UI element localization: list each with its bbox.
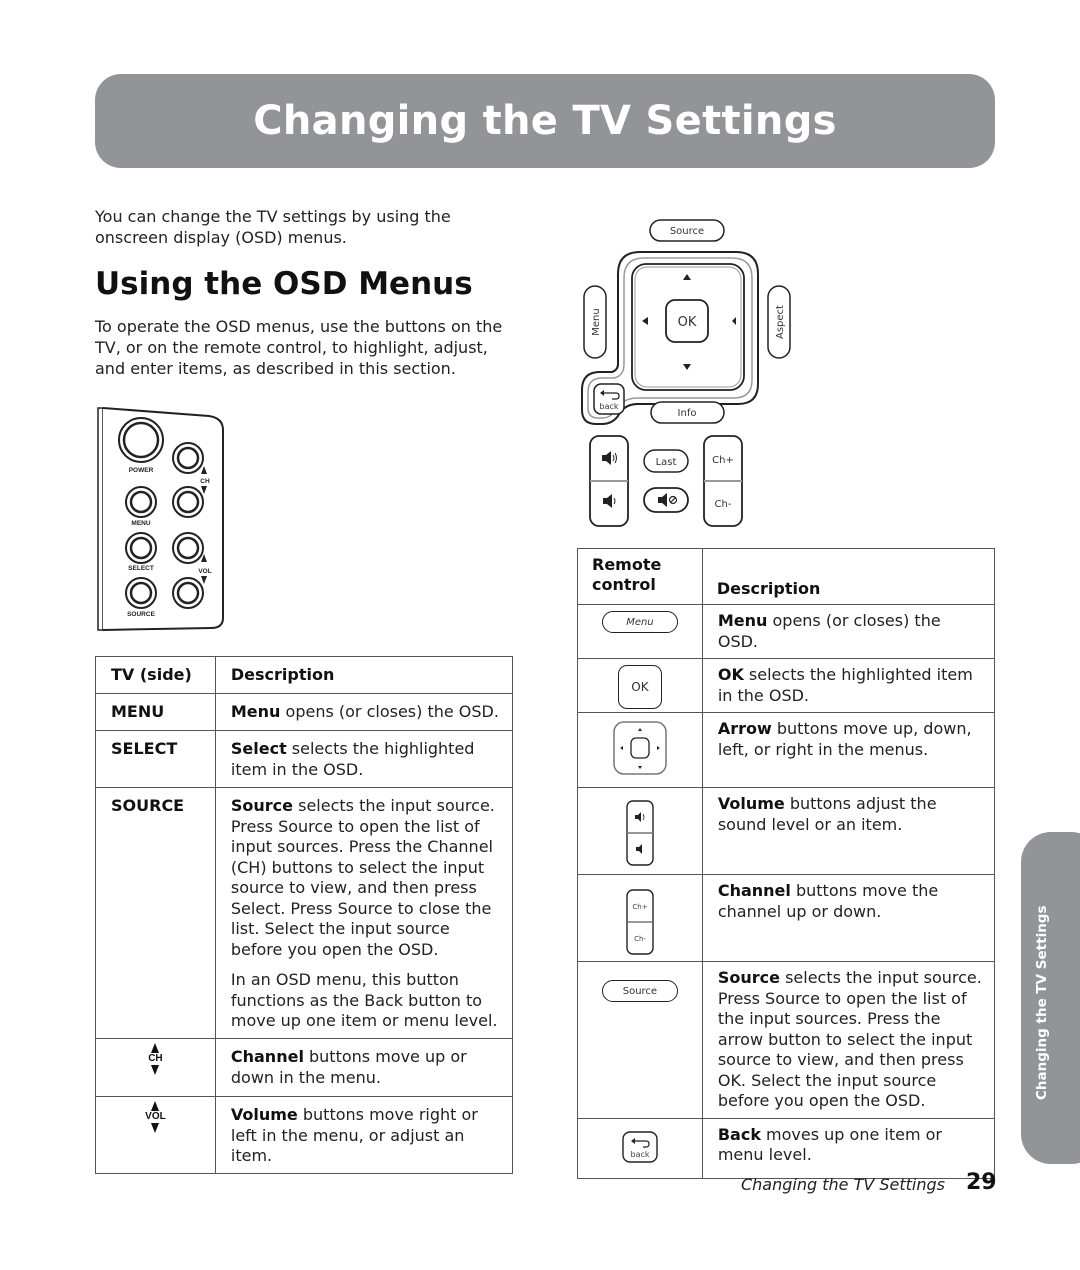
svg-text:POWER: POWER <box>129 467 154 474</box>
table-row: OK OK selects the highlighted item in th… <box>577 658 996 713</box>
menu-button-icon <box>125 486 157 518</box>
source-button-icon <box>125 577 157 609</box>
svg-text:back: back <box>599 402 618 411</box>
table-row: Menu Menu opens (or closes) the OSD. <box>577 604 996 659</box>
svg-text:CH: CH <box>200 478 210 485</box>
title-banner: Changing the TV Settings <box>95 74 995 168</box>
row-description: Back moves up one item or menu level. <box>717 1124 943 1165</box>
header-description: Description <box>716 579 821 598</box>
ch-up-button-icon <box>172 442 204 474</box>
row-description: Menu opens (or closes) the OSD. <box>717 611 941 651</box>
svg-text:VOL: VOL <box>198 568 211 575</box>
row-description: OK selects the highlighted item in the O… <box>717 665 973 705</box>
channel-buttons-icon: Ch+ Ch- <box>626 889 654 955</box>
remote-control-illustration: Source OK Menu Aspect back Info Last Ch+… <box>581 219 791 527</box>
row-description: Channel buttons move the channel up or d… <box>717 881 939 921</box>
row-description: Source selects the input source. Press S… <box>216 788 512 1038</box>
back-button-icon: back <box>622 1130 658 1163</box>
section-paragraph: To operate the OSD menus, use the button… <box>95 317 503 378</box>
chapter-side-tab-label: Changing the TV Settings <box>1034 905 1050 1100</box>
svg-text:Source: Source <box>670 226 704 237</box>
ch-updown-icon: CH <box>96 1039 215 1075</box>
svg-text:Ch+: Ch+ <box>632 903 647 911</box>
vol-down-button-icon <box>172 577 204 609</box>
table-header-row: TV (side) Description <box>95 656 514 694</box>
row-description: Volume buttons adjust the sound level or… <box>717 794 937 834</box>
table-row: SELECT Select selects the highlighted it… <box>95 730 514 788</box>
table-row: back Back moves up one item or menu leve… <box>577 1117 996 1179</box>
svg-text:SOURCE: SOURCE <box>127 611 155 618</box>
ch-down-button-icon <box>172 486 204 518</box>
svg-text:Aspect: Aspect <box>775 305 786 339</box>
svg-text:back: back <box>630 1150 649 1159</box>
table-row: CH Channel buttons move up or down in th… <box>95 1038 514 1097</box>
table-row: Ch+ Ch- Channel buttons move the channel… <box>577 874 996 962</box>
svg-text:Ch+: Ch+ <box>712 455 734 466</box>
table-row: VOL Volume buttons move right or left in… <box>95 1096 514 1174</box>
row-description-extra: In an OSD menu, this button functions as… <box>230 970 498 1030</box>
remote-volume-rocker <box>589 435 629 527</box>
select-button-icon <box>125 532 157 564</box>
volume-buttons-icon <box>626 800 654 866</box>
svg-text:Ch-: Ch- <box>715 499 732 510</box>
remote-info-button: Info <box>650 401 725 424</box>
tv-key-menu: MENU <box>111 702 165 721</box>
arrow-pad-icon <box>613 721 667 775</box>
tv-key-select: SELECT <box>111 739 178 758</box>
page-title: Changing the TV Settings <box>253 98 837 144</box>
table-row: SOURCE Source selects the input source. … <box>95 787 514 1039</box>
remote-channel-rocker: Ch+ Ch- <box>703 435 743 527</box>
source-button-icon: Source <box>601 980 678 1002</box>
svg-text:Menu: Menu <box>591 308 602 335</box>
menu-button-icon: Menu <box>601 611 678 633</box>
row-description: Select selects the highlighted item in t… <box>230 739 475 779</box>
row-description: Volume buttons move right or left in the… <box>230 1105 478 1165</box>
intro-paragraph: You can change the TV settings by using … <box>95 207 451 247</box>
remote-aspect-button: Aspect <box>767 285 791 359</box>
table-header-row: Remote control Description <box>577 548 996 605</box>
row-description: Menu opens (or closes) the OSD. <box>230 702 499 721</box>
row-description: Channel buttons move up or down in the m… <box>230 1047 467 1087</box>
vol-up-button-icon <box>172 532 204 564</box>
remote-control-table: Remote control Description Menu Menu ope… <box>577 548 996 1179</box>
svg-text:Info: Info <box>678 408 697 419</box>
table-row: MENU Menu opens (or closes) the OSD. <box>95 693 514 731</box>
power-button-icon <box>118 417 164 463</box>
page-number: 29 <box>966 1170 997 1195</box>
header-description: Description <box>230 665 335 684</box>
tv-key-source: SOURCE <box>111 796 185 815</box>
tv-side-table: TV (side) Description MENU Menu opens (o… <box>95 656 514 1174</box>
vol-updown-icon: VOL <box>96 1097 215 1133</box>
footer-chapter-title: Changing the TV Settings <box>740 1175 945 1194</box>
tv-side-panel-illustration: POWER CH MENU SELECT VOL SOURCE <box>97 407 224 631</box>
table-row: Source Source selects the input source. … <box>577 961 996 1119</box>
table-row: Arrow buttons move up, down, left, or ri… <box>577 712 996 788</box>
remote-back-button: back <box>593 383 625 415</box>
header-remote-control: Remote control <box>592 555 662 594</box>
svg-text:MENU: MENU <box>131 520 150 527</box>
remote-last-button: Last <box>643 449 689 473</box>
chapter-side-tab <box>1021 832 1080 1164</box>
remote-menu-button: Menu <box>583 285 607 359</box>
table-row: Volume buttons adjust the sound level or… <box>577 787 996 875</box>
remote-mute-button <box>643 487 689 513</box>
header-tv-side: TV (side) <box>111 665 192 684</box>
svg-text:Ch-: Ch- <box>634 935 646 943</box>
svg-text:OK: OK <box>678 315 697 330</box>
svg-text:SELECT: SELECT <box>128 565 154 572</box>
ok-button-icon: OK <box>617 665 662 709</box>
remote-source-button: Source <box>649 219 725 242</box>
row-description: Source selects the input source. Press S… <box>717 968 982 1110</box>
section-heading: Using the OSD Menus <box>95 266 473 302</box>
row-description: Arrow buttons move up, down, left, or ri… <box>717 719 972 759</box>
remote-ok-button: OK <box>665 299 709 343</box>
svg-text:Last: Last <box>656 457 677 468</box>
